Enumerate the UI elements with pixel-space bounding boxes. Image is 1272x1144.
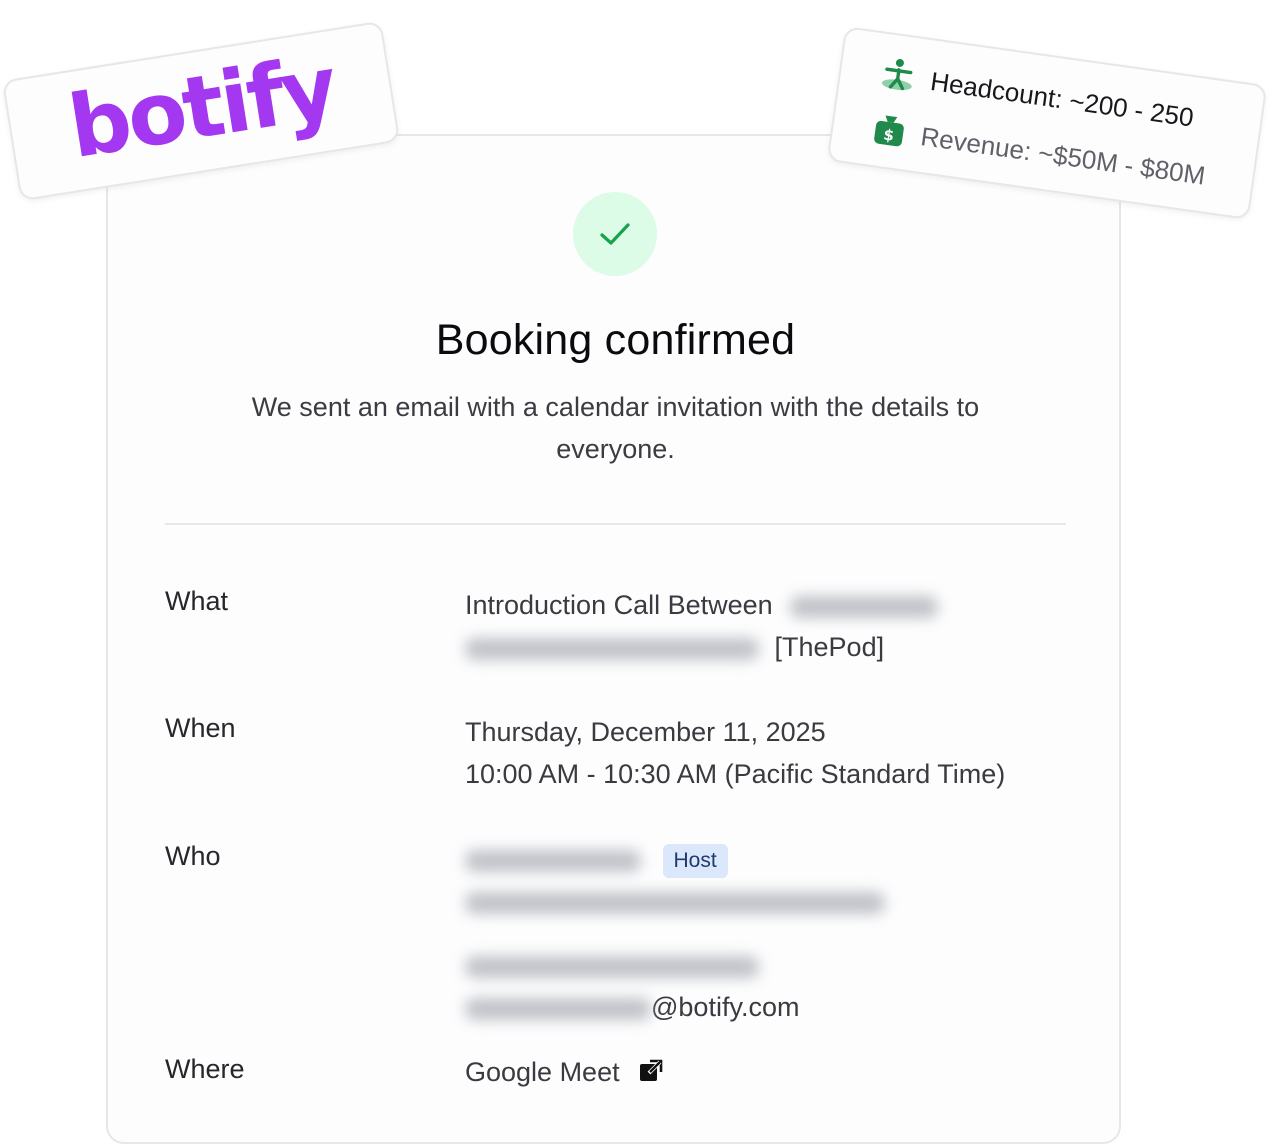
what-title-prefix: Introduction Call Between: [465, 590, 773, 620]
what-title-suffix: [ThePod]: [774, 632, 885, 662]
headcount-text: Headcount: ~200 - 250: [928, 65, 1196, 133]
person-icon: [878, 56, 917, 101]
who-label: Who: [165, 841, 221, 871]
host-badge: Host: [662, 843, 728, 878]
check-icon: [600, 223, 630, 245]
when-label: When: [165, 713, 236, 743]
meeting-date: Thursday, December 11, 2025: [465, 717, 826, 747]
money-bag-icon: $: [870, 111, 907, 156]
guest-email-domain: @botify.com: [651, 992, 800, 1022]
redacted-name: [790, 595, 939, 618]
company-logo: botify: [62, 37, 342, 179]
redacted-guest-name: [465, 955, 759, 978]
redacted-host-name: [465, 849, 641, 872]
when-value: Thursday, December 11, 2025 10:00 AM - 1…: [465, 711, 1005, 795]
who-value: Host @botify.com: [465, 838, 885, 1028]
success-badge: [573, 192, 657, 276]
where-label: Where: [165, 1054, 245, 1084]
external-link-icon[interactable]: [639, 1053, 663, 1095]
booking-confirmation-card: Booking confirmed We sent an email with …: [106, 134, 1121, 1144]
redacted-host-email: [465, 891, 885, 914]
what-label: What: [165, 586, 229, 616]
where-value[interactable]: Google Meet: [465, 1051, 663, 1095]
confirmation-subtitle: We sent an email with a calendar invitat…: [251, 392, 980, 464]
divider: [165, 523, 1066, 525]
page-title: Booking confirmed: [435, 316, 796, 364]
meeting-location-link[interactable]: Google Meet: [465, 1057, 620, 1087]
redacted-name: [465, 637, 759, 660]
what-value: Introduction Call Between [ThePod]: [465, 584, 939, 668]
meeting-time: 10:00 AM - 10:30 AM (Pacific Standard Ti…: [465, 759, 1006, 789]
redacted-guest-email: [465, 997, 651, 1020]
